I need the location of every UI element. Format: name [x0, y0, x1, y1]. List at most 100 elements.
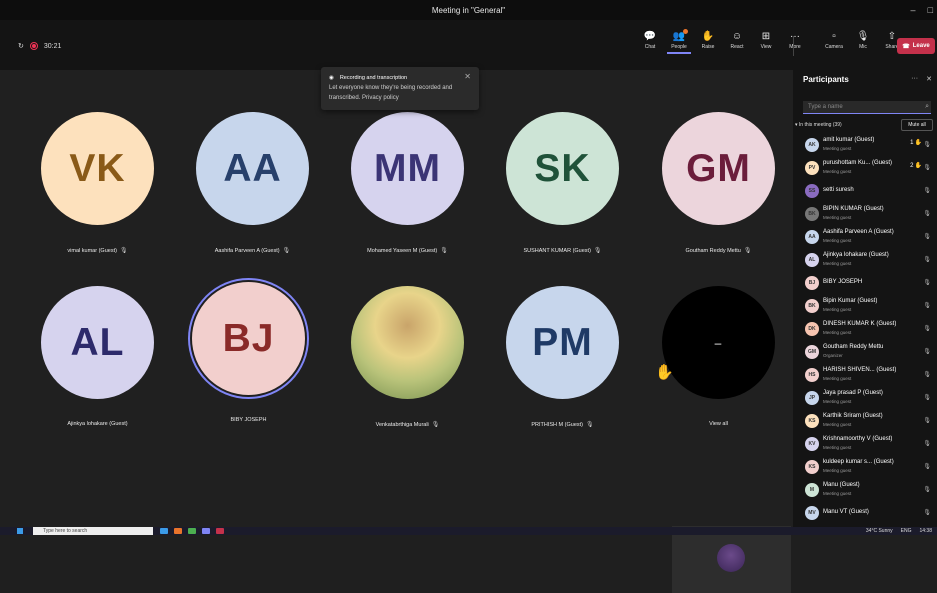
- taskbar-app-icon[interactable]: [174, 528, 182, 534]
- participant-list-item[interactable]: AL Ajinkya lohakare (Guest) Meeting guest 🎙: [793, 249, 937, 272]
- participant-role: Organizer: [823, 353, 843, 358]
- toolbar-button-more[interactable]: ··· More: [783, 31, 807, 54]
- more-options-icon[interactable]: ···: [911, 75, 918, 83]
- people-icon: 👥: [672, 29, 688, 42]
- participant-list-item[interactable]: SS setti suresh 🎙: [793, 180, 937, 203]
- toolbar-button-view[interactable]: ⊞ View: [754, 31, 778, 54]
- participant-avatar: KS: [805, 460, 819, 474]
- raised-hand-badge: 2 ✋: [910, 162, 922, 170]
- participant-tile[interactable]: AA Aashifa Parveen A (Guest) 🎙: [196, 112, 309, 292]
- taskbar-app-icon[interactable]: [202, 528, 210, 534]
- more-icon: ···: [790, 30, 800, 42]
- mic-off-icon[interactable]: 🎙: [923, 325, 931, 332]
- participant-list-item[interactable]: KV Krishnamoorthy V (Guest) Meeting guest 🎙: [793, 433, 937, 456]
- participant-list-item[interactable]: BK BIPIN KUMAR (Guest) Meeting guest 🎙: [793, 203, 937, 226]
- mic-off-icon[interactable]: 🎙: [923, 233, 931, 240]
- taskbar-app-icon[interactable]: [160, 528, 168, 534]
- participant-list-item[interactable]: AK amit kumar (Guest) Meeting guest 1 ✋ 🎙: [793, 134, 937, 157]
- mic-off-icon[interactable]: 🎙: [923, 440, 931, 447]
- leave-button[interactable]: ☎ Leave: [897, 38, 935, 54]
- participant-list-item[interactable]: DK DINESH KUMAR K (Guest) Meeting guest 🎙: [793, 318, 937, 341]
- clock-text[interactable]: 14:38: [919, 527, 932, 535]
- participant-name: Krishnamoorthy V (Guest): [823, 436, 893, 442]
- chevron-down-icon: ▾: [795, 122, 798, 128]
- participant-list-item[interactable]: BK Bipin Kumar (Guest) Meeting guest 🎙: [793, 295, 937, 318]
- system-tray: 34°C Sunny ENG 14:38: [866, 527, 932, 535]
- mic-off-icon[interactable]: 🎙: [923, 187, 931, 194]
- participant-tile[interactable]: VK vimal kumar (Guest) 🎙: [41, 112, 154, 292]
- mic-off-icon[interactable]: 🎙: [923, 256, 931, 263]
- participant-tile[interactable]: AL Ajinkya lohakare (Guest): [41, 286, 154, 466]
- participant-name: setti suresh: [823, 187, 854, 193]
- participant-list: AK amit kumar (Guest) Meeting guest 1 ✋ 🎙 PV pu…: [793, 134, 937, 525]
- close-icon[interactable]: ✕: [464, 72, 471, 82]
- participant-role: Meeting guest: [823, 238, 852, 243]
- participant-name: Aashifa Parveen A (Guest): [823, 229, 894, 235]
- mic-off-icon[interactable]: 🎙: [923, 210, 931, 217]
- participant-list-item[interactable]: KS kuldeep kumar s... (Guest) Meeting gues…: [793, 456, 937, 479]
- participant-name: amit kumar (Guest): [823, 137, 875, 143]
- weather-text[interactable]: 34°C Sunny: [866, 527, 893, 535]
- participant-avatar: KS: [805, 414, 819, 428]
- participant-tile[interactable]: GM Goutham Reddy Mettu 🎙: [662, 112, 775, 292]
- toolbar-button-react[interactable]: ☺ React: [725, 31, 749, 54]
- raised-hand-icon: ✋: [914, 163, 922, 169]
- mic-off-icon[interactable]: 🎙: [923, 486, 931, 493]
- participant-tile[interactable]: SK SUSHANT KUMAR (Guest) 🎙: [506, 112, 619, 292]
- taskbar-app-icon[interactable]: [188, 528, 196, 534]
- participant-avatar: SK: [506, 112, 619, 225]
- mic-off-icon: 🎙: [282, 248, 291, 254]
- participant-list-item[interactable]: JP Jaya prasad P (Guest) Meeting guest 🎙: [793, 387, 937, 410]
- view-all-tile[interactable]: – View all: [662, 286, 775, 466]
- section-label: In this meeting (39): [798, 122, 842, 128]
- participant-list-item[interactable]: PV purushottam Ku... (Guest) Meeting guest…: [793, 157, 937, 180]
- maximize-button[interactable]: □: [928, 5, 933, 15]
- toolbar-button-label: More: [789, 44, 801, 50]
- close-panel-icon[interactable]: ✕: [926, 75, 932, 83]
- participant-search-input[interactable]: Type a name ⌕: [803, 101, 931, 114]
- mic-off-icon[interactable]: 🎙: [923, 417, 931, 424]
- participant-name-row: BIBY JOSEPH: [231, 417, 267, 423]
- participant-list-item[interactable]: MV Manu VT (Guest) 🎙: [793, 502, 937, 525]
- mute-all-button[interactable]: Mute all: [901, 119, 933, 131]
- toolbar-button-chat[interactable]: 💬 Chat: [638, 31, 662, 54]
- windows-start-icon[interactable]: [17, 528, 23, 534]
- participant-tile[interactable]: Venkatabrthiga Murali 🎙: [351, 286, 464, 466]
- mic-off-icon[interactable]: 🎙: [923, 463, 931, 470]
- mic-off-icon[interactable]: 🎙: [923, 348, 931, 355]
- participant-tile[interactable]: PM PRITHISH M (Guest) 🎙: [506, 286, 619, 466]
- participant-tile[interactable]: MM Mohamed Yaseen M (Guest) 🎙: [351, 112, 464, 292]
- participant-list-item[interactable]: HS HARISH SHIVEN... (Guest) Meeting guest 🎙: [793, 364, 937, 387]
- panel-title: Participants: [803, 75, 849, 84]
- mic-off-icon[interactable]: 🎙: [923, 302, 931, 309]
- participant-list-item[interactable]: M Manu (Guest) Meeting guest 🎙: [793, 479, 937, 502]
- participant-name: Aashifa Parveen A (Guest): [214, 247, 280, 254]
- participant-list-item[interactable]: AA Aashifa Parveen A (Guest) Meeting guest…: [793, 226, 937, 249]
- taskbar-search-input[interactable]: Type here to search: [33, 527, 153, 535]
- participant-list-item[interactable]: KS Karthik Sriram (Guest) Meeting guest 🎙: [793, 410, 937, 433]
- mic-off-icon[interactable]: 🎙: [923, 371, 931, 378]
- toolbar-button-people[interactable]: 👥 People: [667, 29, 691, 54]
- participant-role: Meeting guest: [823, 215, 852, 220]
- mic-off-icon[interactable]: 🎙: [923, 279, 931, 286]
- toolbar-button-camera[interactable]: ▫ Camera: [822, 31, 846, 54]
- in-meeting-section[interactable]: ▾ In this meeting (39): [795, 122, 842, 128]
- language-text[interactable]: ENG: [901, 527, 912, 535]
- minimize-button[interactable]: –: [911, 5, 916, 15]
- participant-name-row: Aashifa Parveen A (Guest) 🎙: [214, 247, 291, 255]
- participant-role: Meeting guest: [823, 422, 852, 427]
- mic-off-icon[interactable]: 🎙: [923, 509, 931, 516]
- self-view[interactable]: [672, 526, 791, 593]
- participant-tile[interactable]: BJ BIBY JOSEPH: [192, 282, 305, 462]
- participant-list-item[interactable]: BJ BIBY JOSEPH 🎙: [793, 272, 937, 295]
- participant-list-item[interactable]: GM Goutham Reddy Mettu Organizer 🎙: [793, 341, 937, 364]
- toolbar-button-raise[interactable]: ✋ Raise: [696, 31, 720, 54]
- participant-role: Meeting guest: [823, 261, 852, 266]
- taskbar-app-icon[interactable]: [216, 528, 224, 534]
- mic-off-icon[interactable]: 🎙: [923, 141, 931, 148]
- participant-name: kuldeep kumar s... (Guest): [823, 459, 894, 465]
- toolbar-button-mic[interactable]: 🎙 Mic: [851, 31, 875, 54]
- mic-off-icon[interactable]: 🎙: [923, 394, 931, 401]
- participants-panel: Participants ··· ✕ Type a name ⌕ ▾ In th…: [793, 70, 937, 527]
- mic-off-icon[interactable]: 🎙: [923, 164, 931, 171]
